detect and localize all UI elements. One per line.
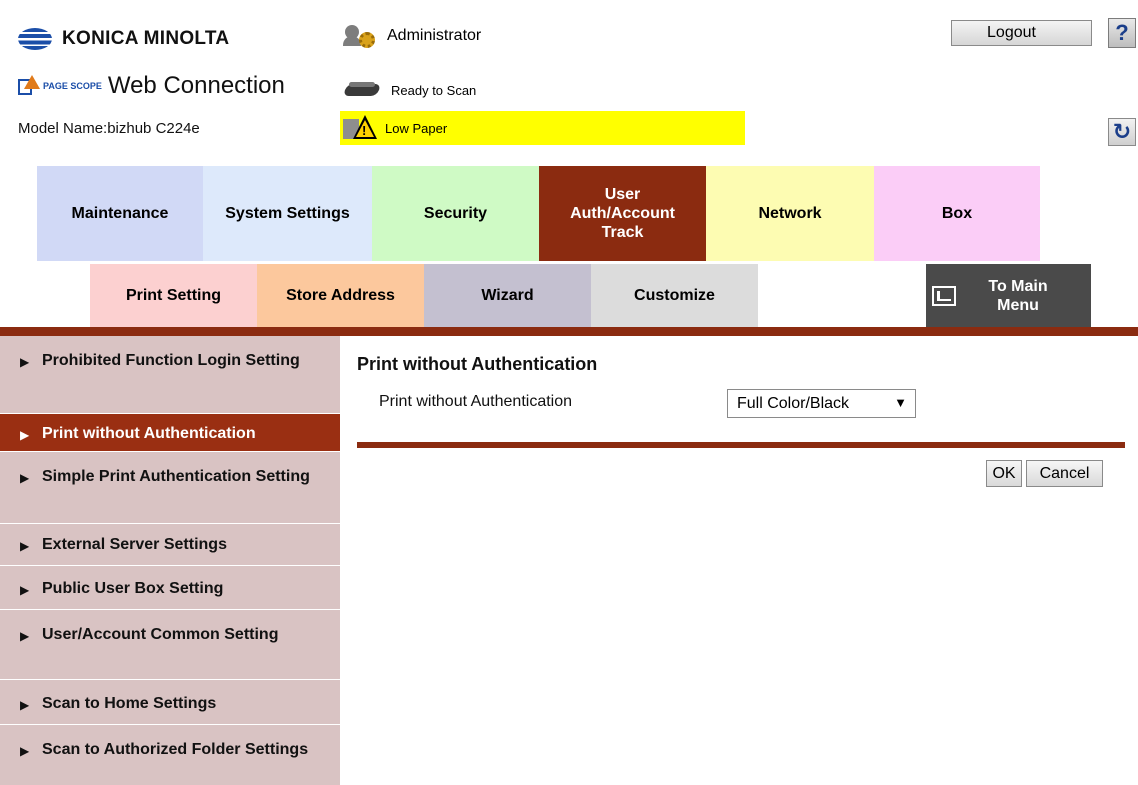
- scanner-icon: [342, 80, 383, 100]
- tab-network[interactable]: Network: [706, 166, 874, 261]
- globe-icon: [18, 28, 52, 50]
- tab-user-auth-account-track[interactable]: User Auth/Account Track: [539, 166, 706, 261]
- to-main-menu-button[interactable]: To Main Menu: [926, 264, 1091, 327]
- arrow-icon: ▶: [20, 629, 30, 643]
- tab-store-address[interactable]: Store Address: [257, 264, 424, 327]
- page-title: Print without Authentication: [357, 354, 598, 374]
- administrator-icon: [343, 24, 379, 48]
- arrow-icon: ▶: [20, 583, 30, 597]
- help-icon[interactable]: ?: [1108, 18, 1136, 48]
- tab-label: Security: [423, 205, 488, 222]
- sidebar-item-label: User/Account Common Setting: [42, 626, 279, 643]
- arrow-icon: ▶: [20, 698, 30, 712]
- alert-text: Low Paper: [385, 120, 448, 136]
- header: KONICA MINOLTA PAGE SCOPE Web Connection…: [0, 0, 1138, 160]
- tab-customize[interactable]: Customize: [591, 264, 758, 327]
- tab-label: Print Setting: [125, 287, 222, 304]
- tab-wizard[interactable]: Wizard: [424, 264, 591, 327]
- sidebar-item-label: Prohibited Function Login Setting: [42, 352, 300, 369]
- pagescope-icon: [18, 75, 40, 97]
- ok-button[interactable]: OK: [986, 460, 1022, 487]
- sidebar-item-label: Scan to Authorized Folder Settings: [42, 741, 309, 758]
- tab-print-setting[interactable]: Print Setting: [90, 264, 257, 327]
- app-title: Web Connection: [107, 72, 285, 99]
- dropdown-arrow-icon: ▼: [894, 395, 907, 410]
- konica-minolta-logo: KONICA MINOLTA: [18, 28, 229, 50]
- sidebar-item-scan-to-home-settings[interactable]: ▶ Scan to Home Settings: [0, 680, 340, 725]
- device-status: Ready to Scan: [342, 80, 477, 100]
- tab-label: Network: [758, 205, 822, 222]
- sidebar-item-public-user-box-setting[interactable]: ▶ Public User Box Setting: [0, 566, 340, 610]
- model-name: Model Name:bizhub C224e: [18, 120, 200, 137]
- refresh-icon[interactable]: ↻: [1108, 118, 1136, 146]
- print-without-authentication-select[interactable]: Full Color/Black ▼: [727, 389, 916, 418]
- sidebar-item-label: Print without Authentication: [42, 425, 256, 442]
- pagescope-label: PAGE SCOPE: [43, 80, 102, 91]
- sidebar-item-print-without-authentication[interactable]: ▶ Print without Authentication: [0, 414, 340, 452]
- web-connection-logo: PAGE SCOPE Web Connection: [18, 72, 285, 100]
- arrow-icon: ▶: [20, 539, 30, 553]
- arrow-icon: ▶: [20, 744, 30, 758]
- tab-label: System Settings: [225, 205, 350, 222]
- print-without-authentication-label: Print without Authentication: [379, 393, 573, 410]
- main-menu-icon: [932, 285, 956, 306]
- sidebar-item-prohibited-function-login[interactable]: ▶ Prohibited Function Login Setting: [0, 336, 340, 414]
- arrow-icon: ▶: [20, 471, 30, 485]
- arrow-icon: ▶: [20, 355, 30, 369]
- sidebar-item-label: Public User Box Setting: [42, 580, 224, 597]
- menu-divider: [0, 327, 1138, 336]
- tab-label: Maintenance: [71, 205, 169, 222]
- tab-label: Customize: [634, 287, 715, 304]
- tab-security[interactable]: Security: [372, 166, 539, 261]
- tab-maintenance[interactable]: Maintenance: [37, 166, 203, 261]
- tab-label: To Main Menu: [988, 277, 1048, 314]
- logout-button[interactable]: Logout: [951, 20, 1092, 46]
- cancel-button[interactable]: Cancel: [1026, 460, 1103, 487]
- sidebar-item-label: External Server Settings: [42, 536, 227, 553]
- select-value: Full Color/Black: [737, 394, 850, 412]
- sidebar-item-simple-print-authentication[interactable]: ▶ Simple Print Authentication Setting: [0, 452, 340, 524]
- content-divider: [357, 442, 1125, 448]
- sidebar-item-user-account-common-setting[interactable]: ▶ User/Account Common Setting: [0, 610, 340, 680]
- arrow-icon: ▶: [20, 428, 30, 442]
- tab-label: Box: [941, 205, 973, 222]
- tab-label: Wizard: [481, 287, 534, 304]
- brand-name: KONICA MINOLTA: [62, 28, 230, 49]
- sidebar-item-label: Simple Print Authentication Setting: [42, 468, 310, 485]
- sidebar-item-label: Scan to Home Settings: [42, 695, 217, 712]
- sidebar-item-scan-to-authorized-folder-settings[interactable]: ▶ Scan to Authorized Folder Settings: [0, 725, 340, 785]
- sidebar: ▶ Prohibited Function Login Setting ▶ Pr…: [0, 336, 340, 785]
- status-text: Ready to Scan: [391, 82, 477, 98]
- tab-label: Store Address: [286, 287, 395, 304]
- tab-box[interactable]: Box: [874, 166, 1040, 261]
- user-name: Administrator: [387, 27, 482, 44]
- tab-system-settings[interactable]: System Settings: [203, 166, 372, 261]
- sidebar-item-external-server-settings[interactable]: ▶ External Server Settings: [0, 524, 340, 566]
- alert-banner: ! Low Paper: [340, 111, 745, 145]
- tab-label: User Auth/Account Track: [570, 186, 675, 241]
- warning-icon: !: [343, 113, 379, 143]
- user-info: Administrator: [343, 24, 481, 48]
